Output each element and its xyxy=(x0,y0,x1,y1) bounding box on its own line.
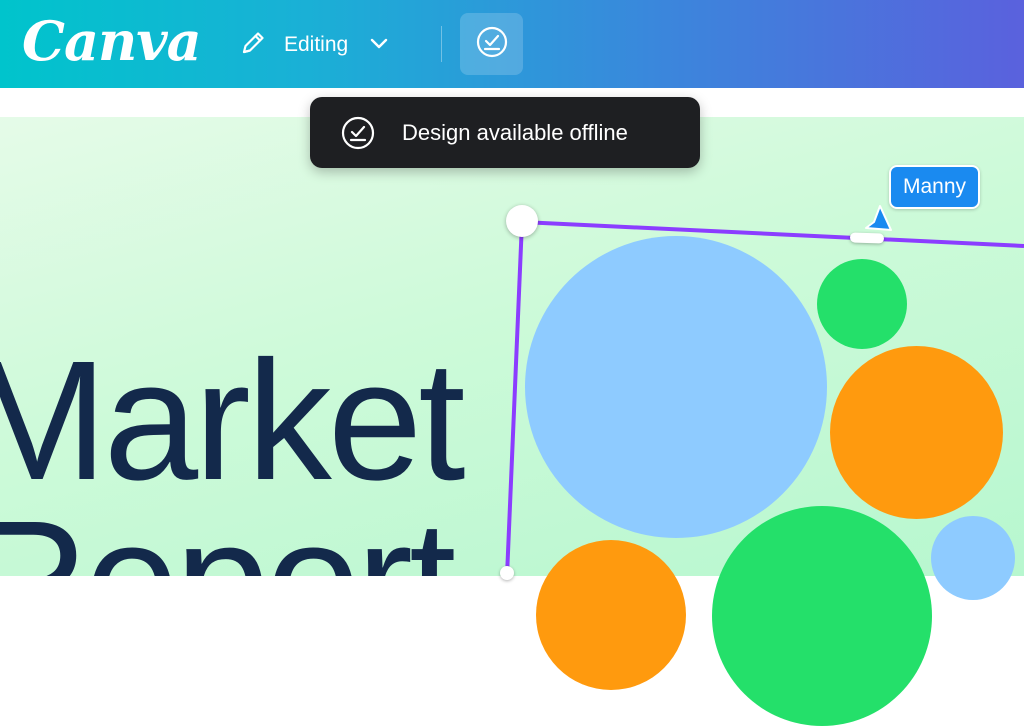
toast-message: Design available offline xyxy=(402,120,628,145)
resize-handle-top-left[interactable] xyxy=(506,205,538,237)
offline-toast: Design available offline xyxy=(310,97,700,168)
resize-handle-top[interactable] xyxy=(849,232,885,244)
collaborator-name-label: Manny xyxy=(889,165,981,209)
blue-circle-small[interactable] xyxy=(931,516,1015,600)
design-title-line2: Report xyxy=(0,486,456,576)
blue-circle-large[interactable] xyxy=(525,236,827,538)
offline-check-icon xyxy=(340,115,376,151)
chevron-down-icon xyxy=(368,32,390,59)
resize-handle-left[interactable] xyxy=(500,566,514,580)
orange-circle-right[interactable] xyxy=(830,346,1003,519)
green-circle-bottom[interactable] xyxy=(712,506,932,726)
collaborator-cursor-icon xyxy=(865,205,892,231)
top-toolbar: Canva Editing xyxy=(0,0,1024,88)
canva-logo[interactable]: Canva xyxy=(22,6,202,76)
offline-status-button[interactable] xyxy=(460,13,523,75)
pencil-icon xyxy=(238,28,268,63)
orange-circle-bottom[interactable] xyxy=(536,540,686,690)
editing-mode-label: Editing xyxy=(284,33,349,56)
green-circle-small[interactable] xyxy=(817,259,907,349)
design-title-text[interactable]: Market Report xyxy=(0,336,466,576)
offline-check-icon xyxy=(475,25,509,64)
editing-mode-menu[interactable]: Editing xyxy=(238,24,390,66)
toolbar-divider xyxy=(441,26,442,62)
